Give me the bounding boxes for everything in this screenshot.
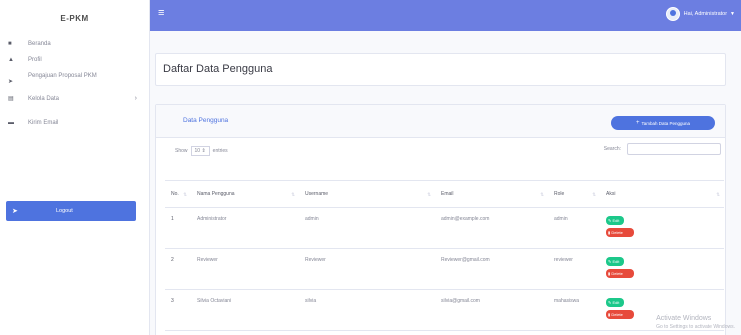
- cell-name: Silvia Octaviani: [191, 289, 299, 331]
- table-header-row: No. ⇅ Nama Pengguna ⇅ Username ⇅ Email ⇅ Rol…: [165, 180, 724, 208]
- plus-icon: +: [635, 120, 640, 126]
- show-label: Show: [175, 148, 188, 154]
- cell-email: admin@example.com: [435, 207, 548, 249]
- cell-role: mahasiswa: [548, 289, 600, 331]
- cell-username: silvia: [299, 289, 435, 331]
- cell-aksi: ✎ Edit ▮ Delete: [600, 248, 724, 290]
- sidebar-item-beranda[interactable]: ■ Beranda: [0, 40, 149, 48]
- card-header: Data Pengguna + Tambah Data Pengguna: [156, 105, 725, 138]
- page-title: Daftar Data Pengguna: [163, 63, 273, 75]
- cell-no: 3: [165, 289, 191, 331]
- edit-button[interactable]: ✎ Edit: [606, 257, 624, 266]
- cell-username: Reviewer: [299, 248, 435, 290]
- entries-value: 10: [194, 148, 201, 154]
- cell-username: admin: [299, 207, 435, 249]
- table-controls: Show 10 ⇕ entries Search:: [156, 138, 725, 160]
- search-input[interactable]: [627, 143, 721, 155]
- users-table: No. ⇅ Nama Pengguna ⇅ Username ⇅ Email ⇅ Rol…: [165, 180, 724, 331]
- watermark-title: Activate Windows: [656, 315, 712, 322]
- cell-name: Administrator: [191, 207, 299, 249]
- search-group: Search:: [604, 143, 721, 155]
- sidebar-item-kelola-data[interactable]: ▤ Kelola Data ›: [0, 95, 149, 103]
- user-greeting: Hai, Administrator: [683, 11, 728, 17]
- brand-logo[interactable]: E-PKM: [0, 0, 149, 36]
- cell-email: silvia@gmail.com: [435, 289, 548, 331]
- sidebar-item-label: Profil: [28, 57, 42, 63]
- avatar: [665, 7, 680, 21]
- send-icon: ➤: [8, 79, 14, 85]
- page-header: Daftar Data Pengguna: [155, 53, 726, 86]
- user-menu[interactable]: Hai, Administrator ▼: [665, 7, 735, 21]
- delete-label: Delete: [611, 230, 623, 235]
- edit-label: Edit: [612, 259, 620, 264]
- edit-icon: ✎: [608, 300, 612, 305]
- cell-no: 1: [165, 207, 191, 249]
- caret-down-icon: ▼: [730, 11, 735, 17]
- add-user-label: Tambah Data Pengguna: [641, 120, 691, 126]
- sidebar-item-label: Beranda: [28, 41, 51, 47]
- sidebar-item-profil[interactable]: ▲ Profil: [0, 56, 149, 64]
- user-icon: ▲: [8, 57, 14, 63]
- sidebar-item-label: Kelola Data: [28, 96, 60, 102]
- column-header-aksi[interactable]: Aksi ⇅: [600, 180, 724, 208]
- table-row: 2 Reviewer Reviewer Reviewer@gmail.com r…: [165, 248, 724, 290]
- send-icon: ➤: [12, 208, 18, 215]
- sidebar-item-label: Pengajuan Proposal PKM: [28, 73, 97, 79]
- column-header-email[interactable]: Email ⇅: [435, 180, 548, 208]
- table-row: 3 Silvia Octaviani silvia silvia@gmail.c…: [165, 289, 724, 331]
- cell-role: reviewer: [548, 248, 600, 290]
- topbar: ≡ Hai, Administrator ▼: [150, 0, 741, 31]
- cell-name: Reviewer: [191, 248, 299, 290]
- list-icon: ▬: [8, 120, 14, 126]
- add-user-button[interactable]: + Tambah Data Pengguna: [611, 116, 715, 130]
- trash-icon: ▮: [608, 312, 611, 317]
- delete-label: Delete: [611, 271, 623, 276]
- column-header-name[interactable]: Nama Pengguna ⇅: [191, 180, 299, 208]
- delete-button[interactable]: ▮ Delete: [606, 228, 634, 237]
- sidebar-item-pengajuan-proposal[interactable]: ➤ Pengajuan Proposal PKM: [0, 72, 149, 86]
- trash-icon: ▮: [608, 271, 611, 276]
- menu-toggle-icon[interactable]: ≡: [158, 7, 164, 19]
- sidebar-item-kirim-email[interactable]: ▬ Kirim Email: [0, 119, 149, 127]
- home-icon: ■: [8, 41, 12, 47]
- column-header-username[interactable]: Username ⇅: [299, 180, 435, 208]
- cell-role: admin: [548, 207, 600, 249]
- edit-icon: ✎: [608, 218, 612, 223]
- sidebar: E-PKM ■ Beranda ▲ Profil ➤ Pengajuan Pro…: [0, 0, 150, 335]
- edit-icon: ✎: [608, 259, 612, 264]
- watermark-subtitle: Go to Settings to activate Windows.: [656, 324, 735, 330]
- windows-activation-watermark: Activate Windows Go to Settings to activ…: [656, 315, 735, 331]
- entries-label: entries: [212, 148, 228, 154]
- trash-icon: ▮: [608, 230, 611, 235]
- card-title: Data Pengguna: [183, 117, 229, 124]
- delete-label: Delete: [611, 312, 623, 317]
- delete-button[interactable]: ▮ Delete: [606, 310, 634, 319]
- cell-aksi: ✎ Edit ▮ Delete: [600, 207, 724, 249]
- logout-button[interactable]: ➤ Logout: [6, 201, 136, 221]
- entries-select[interactable]: 10 ⇕: [190, 146, 210, 156]
- chevron-right-icon: ›: [134, 95, 137, 102]
- edit-label: Edit: [612, 300, 620, 305]
- column-header-no[interactable]: No. ⇅: [165, 180, 191, 208]
- search-label: Search:: [603, 146, 621, 152]
- cell-email: Reviewer@gmail.com: [435, 248, 548, 290]
- logout-label: Logout: [56, 208, 73, 214]
- table-row: 1 Administrator admin admin@example.com …: [165, 207, 724, 249]
- cell-no: 2: [165, 248, 191, 290]
- show-entries: Show 10 ⇕ entries: [175, 146, 228, 156]
- edit-label: Edit: [612, 218, 620, 223]
- edit-button[interactable]: ✎ Edit: [606, 216, 624, 225]
- delete-button[interactable]: ▮ Delete: [606, 269, 634, 278]
- column-header-role[interactable]: Role ⇅: [548, 180, 600, 208]
- grid-icon: ▤: [8, 96, 14, 102]
- sidebar-item-label: Kirim Email: [28, 120, 59, 126]
- edit-button[interactable]: ✎ Edit: [606, 298, 624, 307]
